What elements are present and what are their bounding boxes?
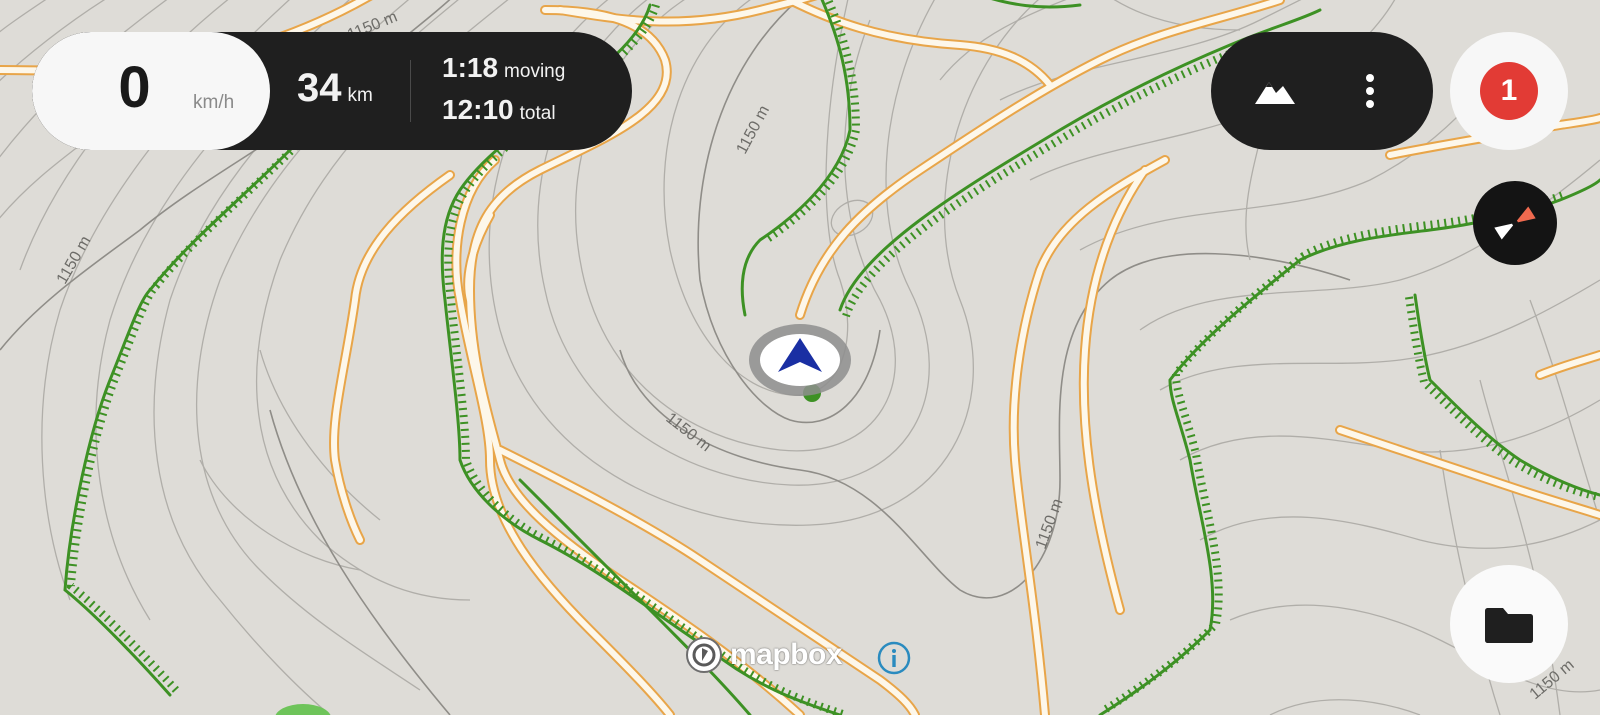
more-vert-icon: [1366, 74, 1374, 108]
distance-value: 34: [297, 66, 342, 110]
moving-time-value: 1:18: [442, 52, 499, 83]
map-screen: 1150 m 1150 m 1150 m 1150 m 1150 m 1150 …: [0, 0, 1600, 715]
saved-tracks-button[interactable]: [1450, 565, 1568, 683]
speed-panel: 0 km/h: [32, 32, 270, 150]
total-time-label: total: [519, 103, 556, 124]
mountain-icon: [1255, 82, 1295, 104]
more-options-button[interactable]: [1341, 62, 1399, 120]
notifications-button[interactable]: 1: [1450, 32, 1568, 150]
mapbox-wordmark: mapbox: [730, 638, 843, 671]
distance-unit: km: [347, 85, 373, 106]
compass-button[interactable]: [1473, 181, 1557, 265]
mapbox-logo[interactable]: mapbox: [684, 633, 843, 677]
mapbox-logo-icon: [686, 637, 722, 673]
distance-readout: 34 km: [297, 66, 373, 111]
info-icon: [877, 641, 911, 675]
notification-count-badge: 1: [1480, 62, 1538, 120]
trip-stats-panel[interactable]: 0 km/h 34 km 1:18 moving 12:10 total: [32, 32, 632, 150]
stats-divider: [410, 60, 411, 122]
folder-icon: [1485, 608, 1533, 643]
current-location-marker[interactable]: [749, 324, 851, 396]
compass-icon: [1494, 206, 1536, 240]
map-controls-panel: [1211, 32, 1433, 150]
total-time-readout: 12:10 total: [442, 94, 556, 126]
total-time-value: 12:10: [442, 94, 514, 125]
moving-time-readout: 1:18 moving: [442, 52, 565, 84]
attribution-info-button[interactable]: [876, 640, 912, 676]
terrain-button[interactable]: [1239, 62, 1309, 120]
moving-time-label: moving: [504, 61, 566, 82]
speed-unit: km/h: [193, 92, 235, 113]
